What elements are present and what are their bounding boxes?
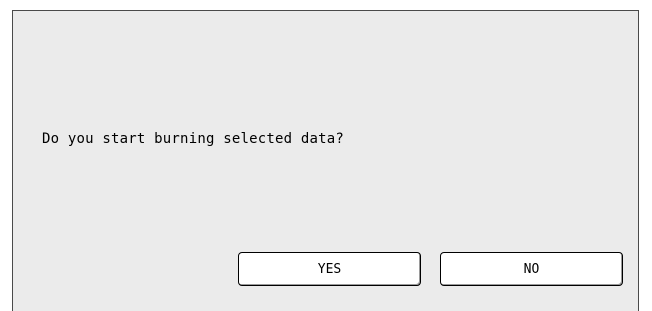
yes-button[interactable]: YES — [238, 252, 421, 286]
confirm-dialog: Do you start burning selected data? YES … — [12, 10, 639, 311]
dialog-message: Do you start burning selected data? — [42, 131, 345, 147]
no-button[interactable]: NO — [440, 252, 623, 286]
